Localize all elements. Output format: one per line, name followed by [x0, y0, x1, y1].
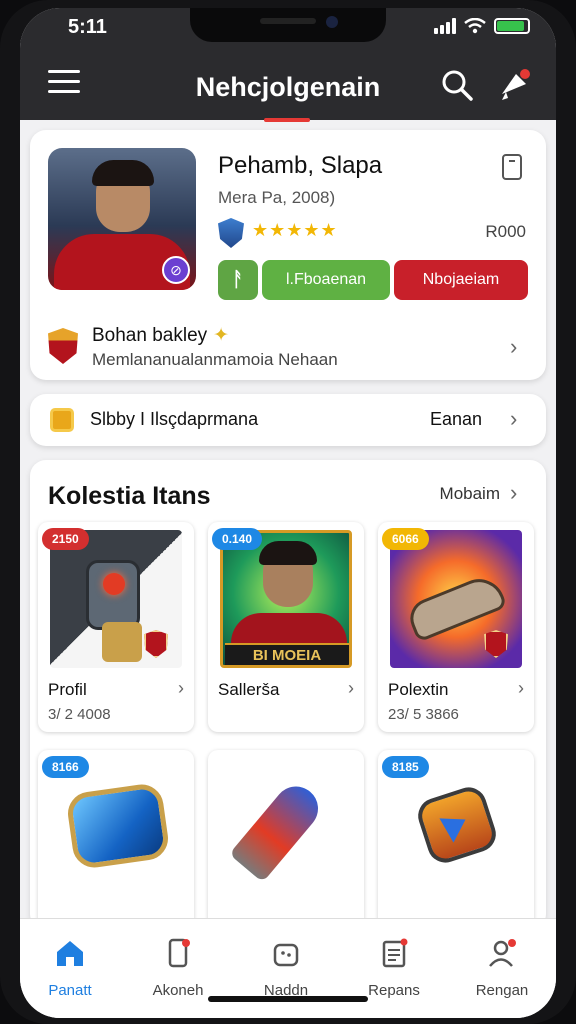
- player-profile-card: ⊘ Pehamb, Slapa Mera Pa, 2008) ★★★★★ R00…: [30, 130, 546, 380]
- collection-item[interactable]: 6066 Polextin 23/ 5 3866 ›: [378, 522, 534, 732]
- price-badge: 2150: [42, 528, 89, 550]
- robot-card-art: [50, 530, 182, 668]
- search-icon[interactable]: [440, 68, 474, 102]
- season-row[interactable]: Slbby I Ilsçdaprmana Eanan ›: [30, 394, 546, 446]
- avatar-badge-icon: ⊘: [162, 256, 190, 284]
- phone-frame: 5:11 Nehcjolgenain ⊘ Pehamb, Slapa Mera …: [0, 0, 576, 1024]
- status-time: 5:11: [68, 16, 107, 38]
- gem-icon: [65, 781, 171, 871]
- home-indicator: [208, 996, 368, 1002]
- bottom-navigation: Panatt Akoneh Naddn Repans Rengan: [20, 918, 556, 1018]
- nav-item-profile[interactable]: Rengan: [452, 937, 552, 999]
- collection-section: Kolestia Itans Mobaim › 2150 Profil 3/ 2…: [30, 460, 546, 960]
- player-name: Pehamb, Slapa: [218, 152, 383, 179]
- club-crest-icon: [484, 630, 508, 658]
- price-badge: 8166: [42, 756, 89, 778]
- rocket-card-art: [220, 758, 352, 896]
- chevron-right-icon[interactable]: ›: [510, 334, 517, 360]
- chevron-right-icon[interactable]: ›: [510, 480, 517, 506]
- phone-icon: [168, 938, 190, 968]
- team-description: Memlananualanmamoia Nehaan: [92, 350, 338, 369]
- see-more-link[interactable]: Mobaim: [440, 484, 500, 504]
- season-label: Slbby I Ilsçdaprmana: [90, 409, 259, 429]
- secondary-action-button[interactable]: Nbojaeiam: [394, 260, 528, 300]
- face-shape: [259, 541, 317, 607]
- home-icon: [57, 941, 83, 966]
- collection-item[interactable]: 2150 Profil 3/ 2 4008 ›: [38, 522, 194, 732]
- clipboard-icon: [382, 938, 408, 968]
- chevron-right-icon[interactable]: ›: [510, 406, 517, 432]
- hair-shape: [92, 160, 154, 186]
- screen: 5:11 Nehcjolgenain ⊘ Pehamb, Slapa Mera …: [20, 8, 556, 1018]
- chevron-right-icon: ›: [348, 678, 354, 698]
- star-rating: ★★★★★: [252, 220, 338, 240]
- robot-icon: [86, 560, 140, 630]
- camera: [326, 16, 338, 28]
- pod-card-art: [390, 758, 522, 896]
- notch: [190, 8, 386, 42]
- status-icons: [434, 18, 530, 34]
- wifi-icon: [464, 18, 486, 34]
- chevron-right-icon: ›: [518, 678, 524, 698]
- runner-icon-button[interactable]: ᚨ: [218, 260, 258, 300]
- nav-label: Rengan: [475, 982, 529, 999]
- collection-item[interactable]: BI MOEIA 0.140 Sallerša ›: [208, 522, 364, 732]
- shield-icon: [218, 218, 244, 248]
- car-card-art: [390, 530, 522, 668]
- team-name: Bohan bakley: [92, 325, 208, 346]
- nav-label: Panatt: [48, 982, 92, 999]
- speaker: [260, 18, 316, 24]
- item-name: Polextin: [388, 680, 449, 699]
- sparkle-icon: ✦: [213, 325, 230, 346]
- club-crest-icon: [144, 630, 168, 658]
- item-name: Sallerša: [218, 680, 280, 699]
- item-meta: 3/ 2 4008: [48, 706, 111, 723]
- team-name-row[interactable]: Bohan bakley ✦: [92, 324, 229, 347]
- battery-icon: [494, 18, 530, 34]
- collection-title: Kolestia Itans: [48, 482, 211, 510]
- app-title: Nehcjolgenain: [195, 72, 381, 102]
- item-meta: 23/ 5 3866: [388, 706, 459, 723]
- document-icon[interactable]: [502, 154, 522, 180]
- player-rank: R000: [485, 222, 526, 241]
- season-value: Eanan: [429, 409, 482, 429]
- club-crest-icon: [48, 328, 78, 364]
- player-card-art: BI MOEIA: [220, 530, 352, 668]
- player-avatar[interactable]: ⊘: [48, 148, 196, 290]
- trophy-icon: [50, 408, 74, 432]
- megaphone-icon[interactable]: [496, 66, 532, 102]
- gem-card-art: [50, 758, 182, 896]
- claw-shape: [102, 622, 142, 662]
- profile-icon: [489, 939, 516, 967]
- nav-item-reports[interactable]: Repans: [344, 937, 444, 999]
- app-header: 5:11 Nehcjolgenain: [20, 8, 556, 120]
- tab-indicator: [264, 118, 310, 122]
- primary-action-button[interactable]: l.Fboaenan: [262, 260, 390, 300]
- price-badge: 0.140: [212, 528, 263, 550]
- nav-item-phone[interactable]: Akoneh: [128, 937, 228, 999]
- signal-icon: [434, 18, 456, 34]
- chevron-right-icon: ›: [178, 678, 184, 698]
- nav-item-bag[interactable]: Naddn: [236, 937, 336, 999]
- player-subtitle: Mera Pa, 2008): [218, 188, 336, 207]
- item-name: Profil: [48, 680, 87, 699]
- card-banner: BI MOEIA: [225, 643, 349, 665]
- rocket-icon: [229, 777, 327, 883]
- nav-item-home[interactable]: Panatt: [20, 937, 120, 999]
- price-badge: 6066: [382, 528, 429, 550]
- bag-icon: [273, 943, 299, 967]
- price-badge: 8185: [382, 756, 429, 778]
